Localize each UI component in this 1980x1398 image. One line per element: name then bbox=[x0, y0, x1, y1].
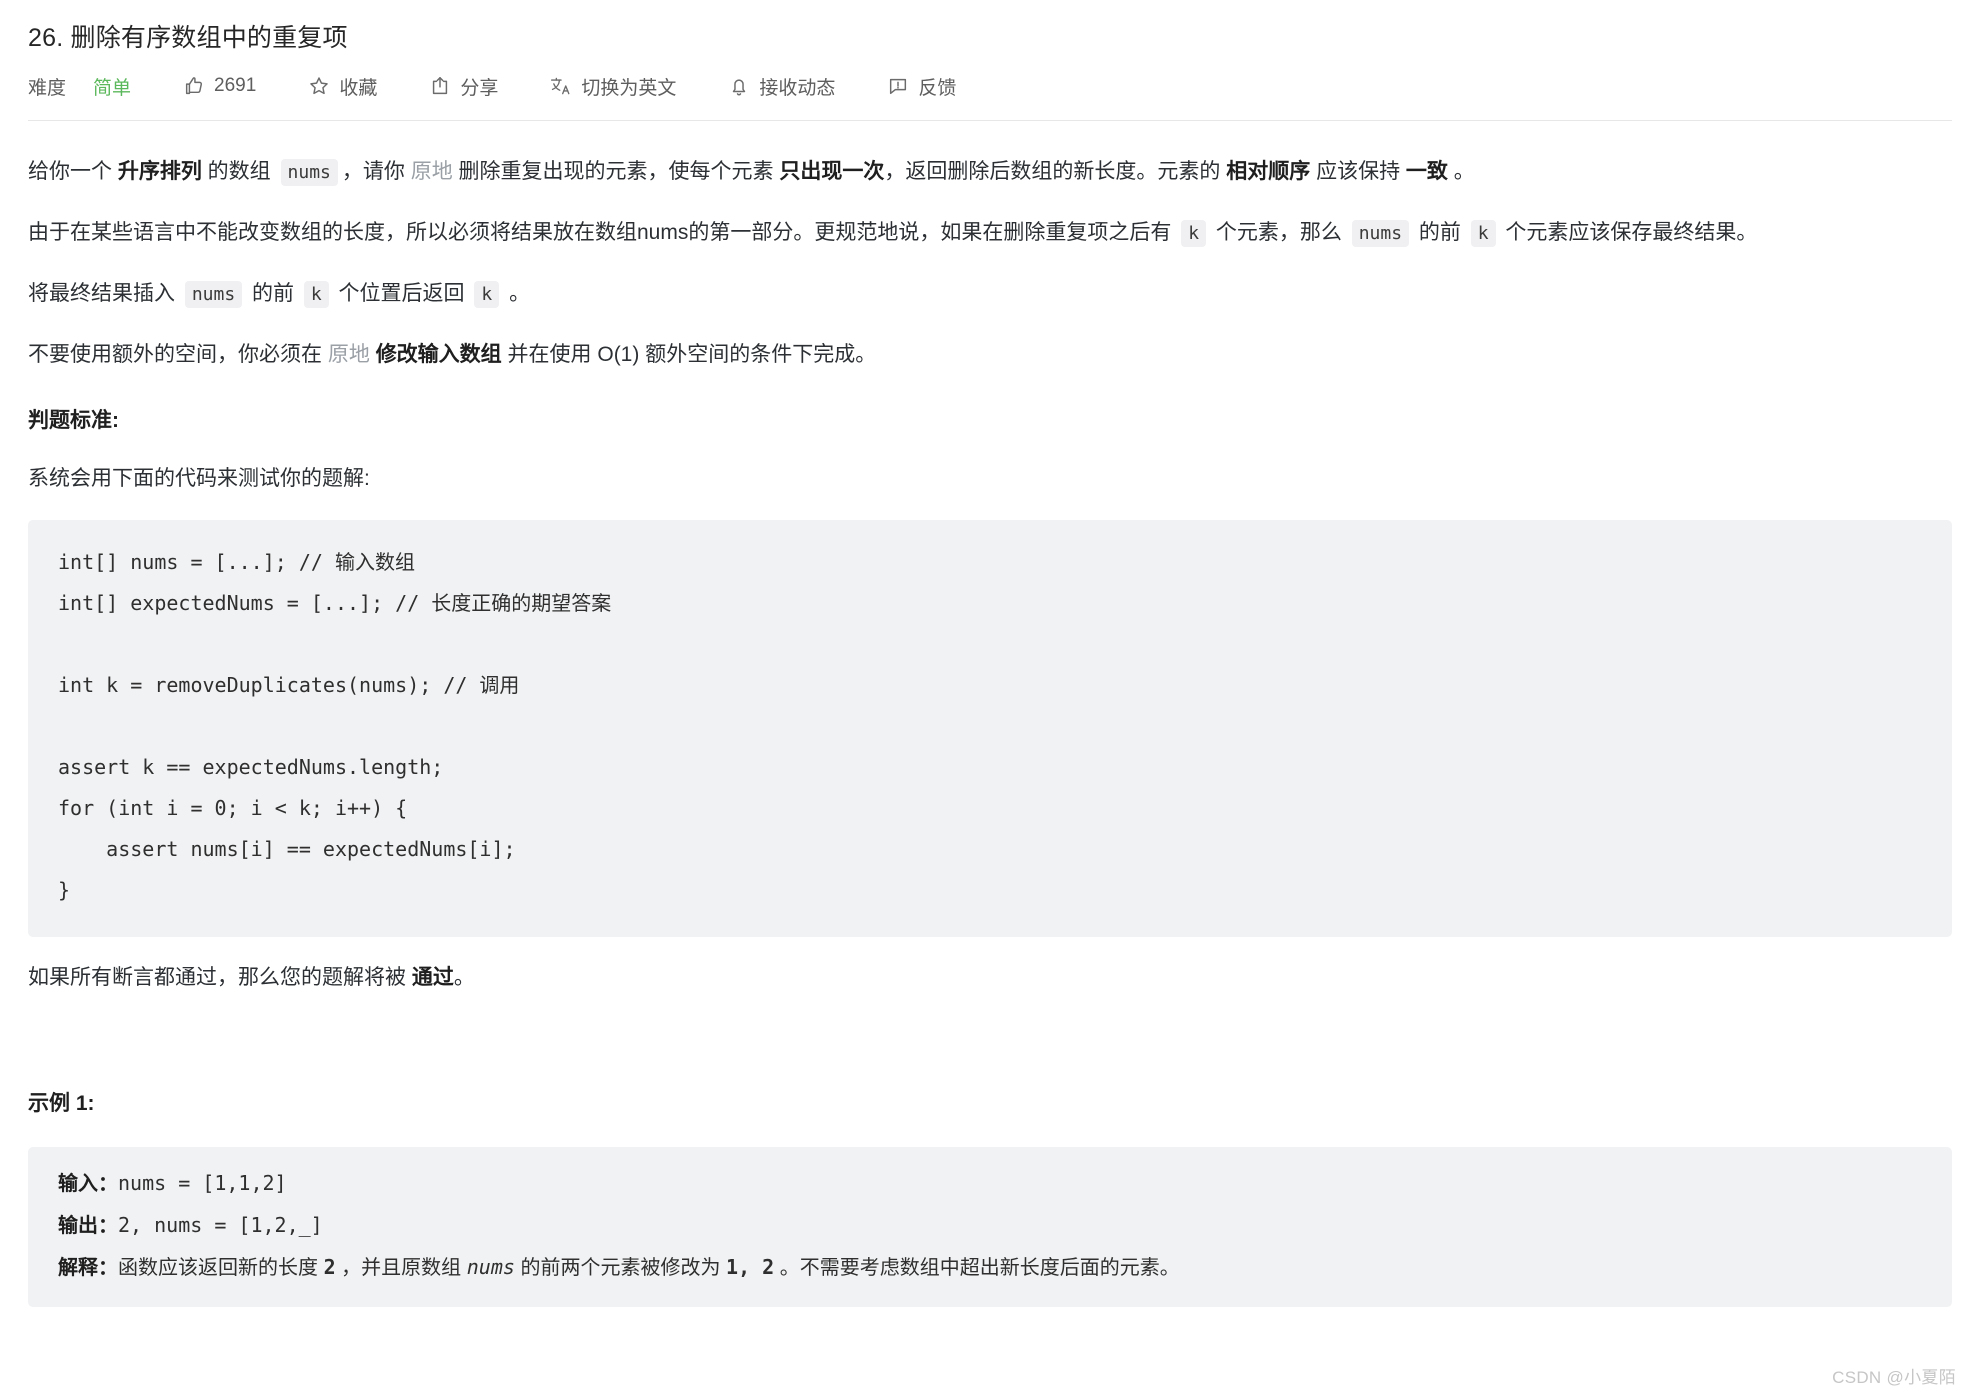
p3-s4: 。 bbox=[503, 282, 531, 305]
example-explain-part4: 。不需要考虑数组中超出新长度后面的元素。 bbox=[774, 1257, 1180, 1279]
p2-s1: 由于在某些语言中不能改变数组的长度，所以必须将结果放在数组nums的第一部分。更… bbox=[28, 221, 1178, 244]
p6-s2: 。 bbox=[453, 966, 475, 989]
p2-s4: 个元素应该保存最终结果。 bbox=[1499, 221, 1758, 244]
p2-code-k2: k bbox=[1470, 220, 1496, 247]
example-explain-part3: 的前两个元素被修改为 bbox=[514, 1257, 727, 1279]
p3-code-nums: nums bbox=[184, 281, 243, 308]
p1-s4: 删除重复出现的元素，使每个元素 bbox=[452, 160, 780, 183]
favorite-label: 收藏 bbox=[339, 77, 378, 99]
share-icon bbox=[429, 75, 451, 97]
p4-bold1: 修改输入数组 bbox=[375, 343, 502, 366]
subscribe-label: 接收动态 bbox=[759, 77, 836, 99]
bell-icon bbox=[728, 75, 750, 97]
example-explain-label: 解释： bbox=[58, 1257, 118, 1279]
example-explain-italic: nums bbox=[466, 1255, 515, 1279]
thumbs-up-icon bbox=[183, 75, 205, 97]
p6-s1: 如果所有断言都通过，那么您的题解将被 bbox=[28, 966, 412, 989]
translate-icon bbox=[550, 75, 572, 97]
p1-code-nums: nums bbox=[280, 159, 338, 186]
favorite-button[interactable]: 收藏 bbox=[308, 73, 377, 100]
feedback-button[interactable]: 反馈 bbox=[887, 73, 956, 100]
p3-s3: 个位置后返回 bbox=[332, 282, 471, 305]
watermark: CSDN @小夏陌 bbox=[1832, 1368, 1956, 1387]
example-explain-line: 解释：函数应该返回新的长度 2 ，并且原数组 nums 的前两个元素被修改为 1… bbox=[58, 1247, 1922, 1289]
page-title: 26. 删除有序数组中的重复项 bbox=[28, 24, 348, 52]
description-paragraph-3: 将最终结果插入 nums 的前 k 个位置后返回 k 。 bbox=[28, 275, 1952, 314]
example-heading: 示例 1: bbox=[28, 1087, 1952, 1121]
problem-description: 给你一个 升序排列 的数组 nums ，请你 原地 删除重复出现的元素，使每个元素… bbox=[28, 121, 1952, 1307]
share-button[interactable]: 分享 bbox=[429, 73, 498, 100]
p1-muted1: 原地 bbox=[410, 160, 453, 183]
p3-code-k1: k bbox=[303, 281, 329, 308]
feedback-icon bbox=[887, 75, 909, 97]
p4-muted1: 原地 bbox=[327, 343, 370, 366]
p1-s5: ，返回删除后数组的新长度。元素的 bbox=[884, 160, 1227, 183]
star-icon bbox=[308, 75, 330, 97]
problem-page: 26. 删除有序数组中的重复项 难度 简单 2691 收藏 分享 切换为英文 接… bbox=[0, 0, 1980, 1307]
example-heading-number: 1 bbox=[75, 1092, 88, 1115]
p1-bold3: 相对顺序 bbox=[1226, 160, 1311, 183]
p1-bold4: 一致 bbox=[1405, 160, 1448, 183]
p1-s3: ，请你 bbox=[341, 160, 411, 183]
like-button[interactable]: 2691 bbox=[183, 75, 256, 97]
problem-toolbar: 难度 简单 2691 收藏 分享 切换为英文 接收动态 反馈 bbox=[28, 58, 1952, 114]
p1-s2: 的数组 bbox=[201, 160, 277, 183]
example-explain-bold1: 2 bbox=[323, 1255, 336, 1279]
example-input-value: nums = [1,1,2] bbox=[118, 1171, 287, 1195]
judge-code-block: int[] nums = [...]; // 输入数组 int[] expect… bbox=[28, 520, 1952, 937]
p3-code-k2: k bbox=[474, 281, 500, 308]
p2-s2: 个元素，那么 bbox=[1210, 221, 1348, 244]
description-paragraph-4: 不要使用额外的空间，你必须在 原地 修改输入数组 并在使用 O(1) 额外空间的… bbox=[28, 336, 1952, 374]
share-label: 分享 bbox=[460, 77, 499, 99]
example-explain-part2: ，并且原数组 bbox=[335, 1257, 467, 1279]
translate-button[interactable]: 切换为英文 bbox=[550, 73, 676, 100]
p3-s2: 的前 bbox=[246, 282, 300, 305]
example-block: 输入：nums = [1,1,2] 输出：2, nums = [1,2,_] 解释：… bbox=[28, 1147, 1952, 1307]
description-paragraph-5: 系统会用下面的代码来测试你的题解: bbox=[28, 467, 370, 490]
p2-s3: 的前 bbox=[1413, 221, 1467, 244]
p1-bold2: 只出现一次 bbox=[779, 160, 885, 183]
p4-s3: 并在使用 O(1) 额外空间的条件下完成。 bbox=[501, 343, 877, 366]
p2-code-k1: k bbox=[1181, 220, 1207, 247]
judge-criteria-heading: 判题标准: bbox=[28, 409, 119, 432]
example-output-label: 输出： bbox=[58, 1215, 118, 1237]
difficulty-value: 简单 bbox=[93, 77, 132, 99]
p4-s1: 不要使用额外的空间，你必须在 bbox=[28, 343, 328, 366]
p3-s1: 将最终结果插入 bbox=[28, 282, 181, 305]
p2-code-nums: nums bbox=[1351, 220, 1410, 247]
subscribe-button[interactable]: 接收动态 bbox=[728, 73, 835, 100]
p6-bold1: 通过 bbox=[411, 966, 454, 989]
p1-bold1: 升序排列 bbox=[117, 160, 202, 183]
like-count: 2691 bbox=[214, 75, 257, 96]
p1-s6: 应该保持 bbox=[1310, 160, 1406, 183]
difficulty-label: 难度 bbox=[28, 77, 67, 99]
example-heading-prefix: 示例 bbox=[28, 1092, 76, 1115]
example-explain-part1: 函数应该返回新的长度 bbox=[118, 1257, 324, 1279]
example-input-label: 输入： bbox=[58, 1173, 118, 1195]
p1-s1: 给你一个 bbox=[28, 160, 118, 183]
feedback-label: 反馈 bbox=[918, 77, 957, 99]
p1-s7: 。 bbox=[1447, 160, 1475, 183]
example-output-value: 2, nums = [1,2,_] bbox=[118, 1213, 323, 1237]
example-heading-suffix: : bbox=[87, 1092, 95, 1115]
example-explain-bold2: 1, 2 bbox=[726, 1255, 775, 1279]
example-output-line: 输出：2, nums = [1,2,_] bbox=[58, 1205, 1922, 1247]
description-paragraph-2: 由于在某些语言中不能改变数组的长度，所以必须将结果放在数组nums的第一部分。更… bbox=[28, 214, 1952, 253]
description-paragraph-6: 如果所有断言都通过，那么您的题解将被 通过。 bbox=[28, 959, 1952, 997]
description-paragraph-1: 给你一个 升序排列 的数组 nums ，请你 原地 删除重复出现的元素，使每个元素… bbox=[28, 153, 1952, 192]
translate-label: 切换为英文 bbox=[581, 77, 677, 99]
example-input-line: 输入：nums = [1,1,2] bbox=[58, 1163, 1922, 1205]
difficulty-badge: 难度 简单 bbox=[28, 73, 131, 100]
